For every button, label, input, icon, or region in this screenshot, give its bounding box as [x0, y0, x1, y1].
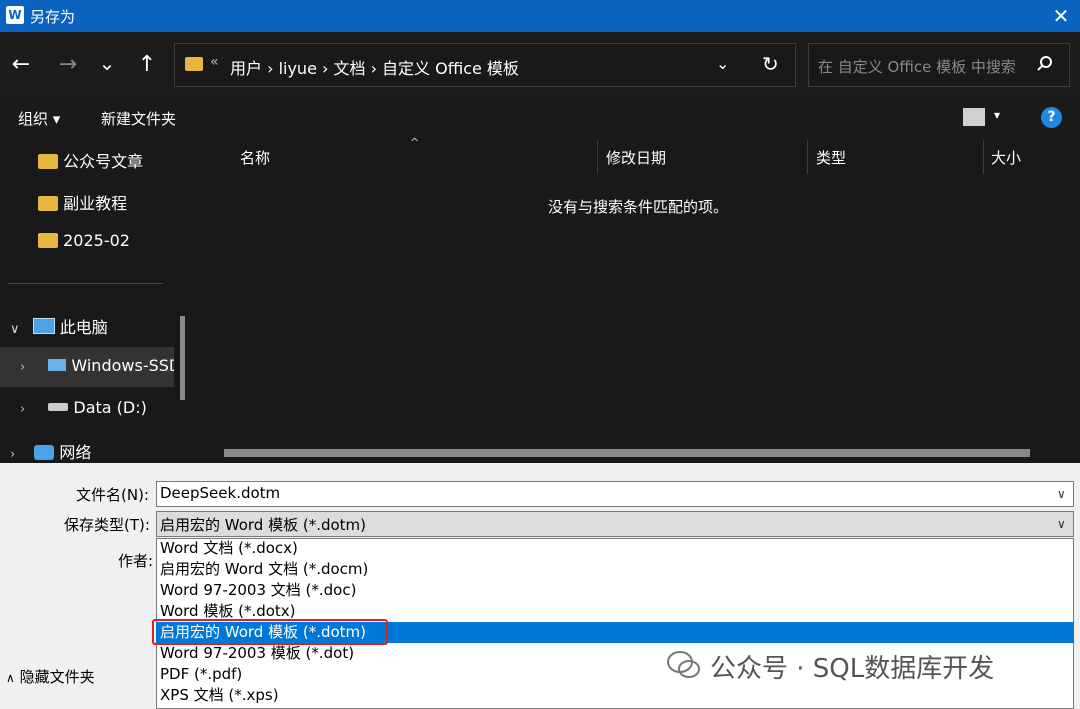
sort-ascending-icon: ^ [410, 136, 420, 149]
search-input[interactable]: 在 自定义 Office 模板 中搜索 [818, 56, 1016, 77]
sidebar-item-2025-02[interactable]: 2025-02 [38, 231, 130, 261]
close-button[interactable]: ✕ [1046, 2, 1076, 30]
filetype-option[interactable]: Word 文档 (*.docx) [156, 538, 1074, 559]
sidebar-item-label: 公众号文章 [63, 152, 144, 171]
sidebar-item-fuye[interactable]: 副业教程 [38, 190, 127, 220]
computer-icon [32, 318, 55, 334]
column-header-name[interactable]: 名称 [240, 147, 270, 168]
folder-icon [38, 196, 58, 211]
sidebar-scrollbar[interactable] [180, 316, 185, 400]
up-button[interactable]: ↑ [132, 50, 162, 80]
column-header-type[interactable]: 类型 [816, 147, 846, 168]
sidebar-item-label: 2025-02 [63, 231, 130, 250]
filename-dropdown-chevron-icon[interactable]: ∨ [1057, 487, 1066, 501]
filetype-option[interactable]: Word 97-2003 文档 (*.doc) [156, 580, 1074, 601]
expand-chevron-icon[interactable]: › [10, 447, 15, 462]
sidebar-item-windows-ssd[interactable]: › Windows-SSD [20, 356, 174, 386]
title-bar [0, 0, 1080, 32]
network-icon [34, 445, 55, 460]
filetype-option[interactable]: XPS 文档 (*.xps) [156, 685, 1074, 706]
folder-icon [185, 57, 203, 71]
divider [8, 283, 163, 284]
sidebar-item-gongzhonghao[interactable]: 公众号文章 [38, 148, 143, 178]
author-label: 作者: [118, 552, 154, 570]
word-app-icon: W [6, 6, 24, 24]
horizontal-scrollbar[interactable] [224, 449, 1030, 457]
search-icon[interactable] [1036, 55, 1054, 73]
view-options-caret-icon[interactable]: ▾ [994, 108, 1000, 122]
sidebar-item-label: 网络 [59, 443, 92, 462]
column-header-modified[interactable]: 修改日期 [606, 147, 666, 168]
file-list-pane [200, 138, 1080, 463]
chevron-up-icon: ∧ [6, 671, 15, 685]
sidebar-item-data-d[interactable]: › Data (D:) [20, 398, 147, 428]
breadcrumb[interactable]: 用户 › liyue › 文档 › 自定义 Office 模板 [230, 55, 519, 79]
sidebar-item-label: Windows-SSD [71, 356, 174, 375]
wechat-watermark-icon [667, 651, 700, 678]
filename-label: 文件名(N): [76, 486, 149, 504]
filetype-selected-value[interactable]: 启用宏的 Word 模板 (*.dotm) [160, 514, 366, 535]
folder-icon [38, 233, 58, 248]
expand-chevron-icon[interactable]: ∨ [10, 322, 20, 337]
filename-value[interactable]: DeepSeek.dotm [160, 484, 280, 502]
column-separator[interactable] [807, 140, 808, 174]
forward-button[interactable]: → [53, 50, 83, 80]
drive-windows-icon [48, 359, 67, 371]
filetype-option[interactable]: 启用宏的 Word 文档 (*.docm) [156, 559, 1074, 580]
empty-state-message: 没有与搜索条件匹配的项。 [548, 198, 729, 216]
hide-folders-label: 隐藏文件夹 [19, 668, 95, 686]
highlight-annotation-box [152, 619, 388, 645]
sidebar-item-this-pc[interactable]: ∨ 此电脑 [10, 314, 108, 344]
filetype-label: 保存类型(T): [64, 516, 150, 534]
new-folder-button[interactable]: 新建文件夹 [101, 108, 176, 129]
recent-locations-chevron-icon[interactable]: ⌄ [92, 48, 122, 78]
drive-icon [48, 403, 69, 411]
column-separator[interactable] [597, 140, 598, 174]
back-button[interactable]: ← [6, 50, 36, 80]
refresh-icon[interactable]: ↻ [762, 52, 779, 76]
watermark-text: 公众号 · SQL数据库开发 [710, 654, 995, 684]
sidebar-item-label: Data (D:) [73, 398, 147, 417]
organize-menu-button[interactable]: 组织 ▾ [18, 108, 60, 129]
expand-chevron-icon[interactable]: › [20, 360, 25, 375]
expand-chevron-icon[interactable]: › [20, 402, 25, 417]
filetype-dropdown-chevron-icon[interactable]: ∨ [1057, 517, 1066, 531]
filename-field[interactable] [156, 481, 1074, 507]
help-icon[interactable]: ? [1041, 107, 1062, 128]
column-header-size[interactable]: 大小 [991, 147, 1021, 168]
sidebar-item-label: 副业教程 [63, 194, 128, 213]
address-dropdown-chevron-icon[interactable]: ⌄ [716, 54, 729, 73]
folder-icon [38, 154, 58, 169]
window-title: 另存为 [30, 8, 76, 26]
view-options-icon[interactable] [963, 108, 985, 126]
breadcrumb-overflow-icon[interactable]: « [210, 54, 219, 70]
sidebar-item-label: 此电脑 [59, 318, 108, 337]
column-separator[interactable] [983, 140, 984, 174]
hide-folders-button[interactable]: ∧ 隐藏文件夹 [6, 666, 95, 687]
